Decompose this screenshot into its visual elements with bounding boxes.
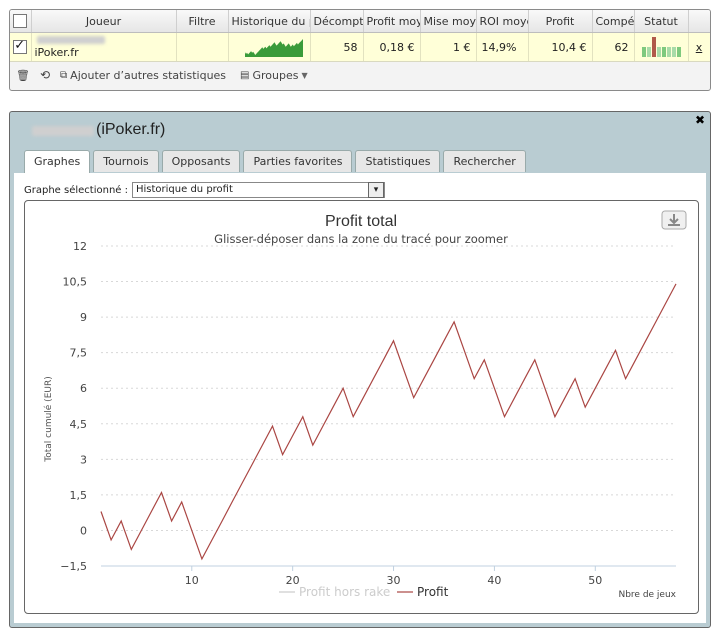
dialog-tabs: Graphes Tournois Opposants Parties favor… (24, 150, 526, 173)
y-tick-label: 9 (80, 311, 87, 324)
refresh-icon[interactable]: ⟲ (40, 68, 50, 82)
filter-cell[interactable] (176, 32, 229, 62)
chart-title: Profit total (325, 213, 397, 230)
col-statut[interactable]: Statut (634, 10, 689, 33)
add-stats-label: Ajouter d’autres statistiques (70, 68, 227, 82)
x-tick-label: 50 (588, 574, 602, 587)
profit-moyen-value: 0,18 € (363, 32, 421, 62)
status-bars (635, 37, 688, 57)
y-tick-label: 0 (80, 524, 87, 537)
col-actions (688, 10, 710, 33)
y-tick-label: −1,5 (60, 560, 87, 573)
y-tick-label: 7,5 (70, 347, 88, 360)
trash-icon[interactable]: 🗑 (16, 69, 30, 82)
y-tick-label: 1,5 (70, 489, 88, 502)
player-grid-panel: Joueur Filtre Historique du profit Décom… (9, 9, 711, 91)
x-tick-label: 20 (286, 574, 300, 587)
tab-opposants[interactable]: Opposants (161, 150, 241, 172)
table-row[interactable]: iPoker.fr 58 0,18 € 1 € 14,9% 10,4 € 62 … (10, 32, 710, 62)
player-cell[interactable]: iPoker.fr (31, 32, 177, 62)
sparkline-area (244, 39, 303, 57)
select-all-checkbox[interactable] (13, 14, 28, 28)
mise-moyenne-value: 1 € (420, 32, 477, 62)
y-tick-label: 4,5 (70, 418, 88, 431)
x-tick-label: 40 (487, 574, 501, 587)
col-decompte[interactable]: Décompte (310, 10, 364, 33)
profit-sparkline (244, 39, 303, 57)
series-line-profit[interactable] (100, 283, 677, 561)
col-filtre[interactable]: Filtre (176, 10, 229, 33)
y-tick-label: 3 (80, 453, 87, 466)
player-grid: Joueur Filtre Historique du profit Décom… (10, 10, 710, 62)
groups-label: Groupes (252, 68, 299, 82)
select-all-header[interactable] (10, 10, 32, 33)
x-axis-label: Nbre de jeux (618, 590, 676, 600)
competitions-value: 62 (592, 32, 635, 62)
x-tick-label: 10 (185, 574, 199, 587)
player-dialog: (iPoker.fr) ✖ Graphes Tournois Opposants… (9, 111, 711, 628)
status-cell (634, 32, 689, 62)
profit-chart[interactable]: Profit total Glisser-déposer dans la zon… (25, 201, 698, 613)
add-stats-button[interactable]: ⧉ Ajouter d’autres statistiques (60, 69, 226, 82)
sparkline-cell (228, 32, 311, 62)
row-checkbox[interactable] (13, 38, 28, 54)
legend-item[interactable]: Profit (417, 585, 449, 599)
chevron-down-icon[interactable]: ▾ (368, 182, 384, 198)
copy-icon: ⧉ (60, 69, 68, 81)
remove-row-button[interactable]: x (688, 32, 710, 62)
col-competitions[interactable]: Compétitions (592, 10, 635, 33)
tab-rechercher[interactable]: Rechercher (443, 150, 526, 172)
chevron-down-icon: ▼ (301, 70, 308, 80)
player-site: iPoker.fr (34, 46, 79, 59)
decompte-value: 58 (310, 32, 364, 62)
groups-icon: ▤ (240, 69, 250, 81)
grid-header-row: Joueur Filtre Historique du profit Décom… (10, 10, 710, 33)
dialog-body: Graphe sélectionné : Historique du profi… (14, 173, 706, 623)
download-button[interactable] (661, 210, 687, 230)
col-roi-moyen[interactable]: ROI moyen (476, 10, 529, 33)
col-mise-moyenne[interactable]: Mise moyenne (420, 10, 477, 33)
y-tick-label: 12 (73, 240, 87, 253)
profit-value: 10,4 € (528, 32, 593, 62)
graph-select[interactable]: Historique du profit ▾ (132, 182, 385, 198)
graph-select-value: Historique du profit (136, 184, 233, 195)
tab-statistiques[interactable]: Statistiques (355, 150, 441, 172)
chart-subtitle: Glisser-déposer dans la zone du tracé po… (214, 232, 508, 246)
blurred-dialog-player-name (32, 126, 94, 136)
col-profit-moyen[interactable]: Profit moyen (363, 10, 421, 33)
grid-toolbar: 🗑 ⟲ ⧉ Ajouter d’autres statistiques ▤ Gr… (10, 62, 710, 88)
y-tick-label: 10,5 (63, 276, 88, 289)
groups-button[interactable]: ▤ Groupes ▼ (240, 69, 308, 82)
roi-moyen-value: 14,9% (476, 32, 529, 62)
col-joueur[interactable]: Joueur (31, 10, 177, 33)
graph-selector-row: Graphe sélectionné : Historique du profi… (24, 182, 385, 198)
col-profit[interactable]: Profit (528, 10, 593, 33)
tab-parties-favorites[interactable]: Parties favorites (243, 150, 353, 172)
y-axis-label: Total cumulé (EUR) (43, 376, 54, 462)
dialog-title: (iPoker.fr) (96, 121, 166, 138)
chart-container: Profit total Glisser-déposer dans la zon… (24, 200, 699, 614)
tab-tournois[interactable]: Tournois (93, 150, 159, 172)
close-icon[interactable]: ✖ (695, 113, 705, 127)
col-historique[interactable]: Historique du profit (228, 10, 311, 33)
legend-item[interactable]: Profit hors rake (299, 585, 390, 599)
tab-graphes[interactable]: Graphes (24, 150, 91, 173)
blurred-player-name (36, 36, 105, 44)
graph-selector-label: Graphe sélectionné : (24, 184, 128, 196)
y-tick-label: 6 (80, 382, 87, 395)
